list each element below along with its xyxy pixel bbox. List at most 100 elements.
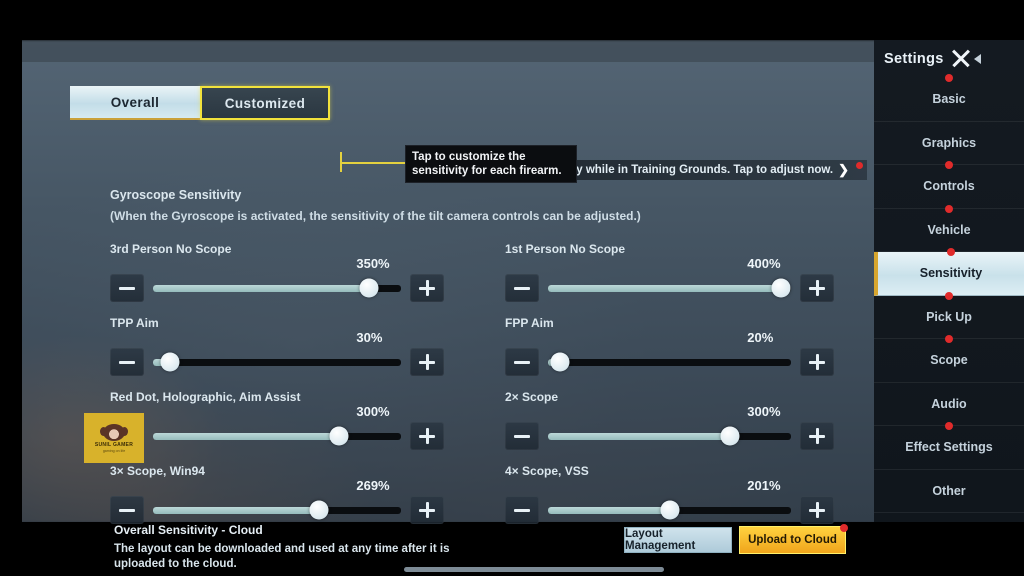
sidebar-item-label: Effect Settings: [905, 440, 993, 455]
increase-button[interactable]: [800, 422, 834, 450]
notification-dot: [945, 74, 953, 82]
sidebar-item-label: Vehicle: [927, 222, 971, 237]
increase-button[interactable]: [800, 348, 834, 376]
sidebar-item-label: Sensitivity: [919, 266, 983, 281]
sidebar-item-basic[interactable]: Basic: [874, 74, 1024, 122]
slider[interactable]: [153, 348, 401, 376]
customize-tooltip: Tap to customize the sensitivity for eac…: [405, 145, 577, 183]
horizontal-scrollbar[interactable]: [404, 567, 664, 572]
slider-handle[interactable]: [329, 426, 349, 446]
sidebar-item-label: Audio: [931, 396, 967, 411]
slider[interactable]: [548, 422, 791, 450]
slider-handle[interactable]: [660, 500, 679, 520]
decrease-button[interactable]: [505, 348, 539, 376]
sensitivity-row-controls: [110, 496, 444, 524]
sensitivity-row-controls: [505, 348, 834, 376]
minus-icon: [119, 360, 135, 364]
slider-handle[interactable]: [160, 352, 180, 372]
sidebar-item-controls[interactable]: Controls: [874, 161, 1024, 209]
slider[interactable]: [153, 274, 401, 302]
slider[interactable]: [548, 348, 791, 376]
gyroscope-section-description: (When the Gyroscope is activated, the se…: [110, 209, 641, 223]
slider[interactable]: [548, 496, 791, 524]
decrease-button[interactable]: [110, 274, 144, 302]
upload-notification-dot: [840, 524, 848, 532]
slider-handle[interactable]: [359, 278, 379, 298]
layout-management-button[interactable]: Layout Management: [624, 527, 732, 553]
tab-overall-label: Overall: [110, 94, 160, 110]
sidebar-item-vehicle[interactable]: Vehicle: [874, 204, 1024, 252]
tooltip-connector-line: [340, 162, 408, 164]
slider[interactable]: [153, 422, 401, 450]
sidebar-item-pick-up[interactable]: Pick Up: [874, 291, 1024, 339]
sensitivity-row-label: Red Dot, Holographic, Aim Assist: [110, 390, 301, 404]
increase-button[interactable]: [410, 422, 444, 450]
slider-track: [548, 426, 791, 446]
notification-dot: [945, 204, 953, 213]
decrease-button[interactable]: [110, 348, 144, 376]
increase-button[interactable]: [410, 274, 444, 302]
sidebar-item-sensitivity[interactable]: Sensitivity: [874, 248, 1024, 296]
slider[interactable]: [548, 274, 791, 302]
tab-customized[interactable]: Customized: [200, 86, 330, 120]
increase-button[interactable]: [800, 496, 834, 524]
slider-track: [153, 500, 401, 520]
tab-overall[interactable]: Overall: [70, 86, 200, 120]
sidebar-item-other[interactable]: Other: [874, 470, 1024, 513]
close-icon[interactable]: [950, 48, 972, 70]
minus-icon: [119, 508, 135, 512]
sensitivity-row-label: 3× Scope, Win94: [110, 464, 205, 478]
increase-button[interactable]: [800, 274, 834, 302]
collapse-caret-icon[interactable]: [974, 54, 981, 64]
sensitivity-row: 1st Person No Scope 400%: [505, 242, 850, 316]
sidebar-item-label: Other: [932, 483, 966, 498]
sensitivity-row: FPP Aim 20%: [505, 316, 850, 390]
sidebar-item-label: Pick Up: [926, 309, 972, 324]
sensitivity-mode-tabs: Overall Customized: [70, 86, 330, 120]
upload-to-cloud-button[interactable]: Upload to Cloud: [739, 524, 848, 554]
settings-sidebar: Settings Basic Graphics Controls Vehicle Sen…: [874, 40, 1024, 522]
sidebar-item-effect-settings[interactable]: Effect Settings: [874, 422, 1024, 470]
notification-dot: [947, 248, 955, 256]
minus-icon: [514, 360, 530, 364]
sidebar-header: Settings: [874, 40, 1024, 78]
slider-fill: [153, 284, 369, 292]
decrease-button[interactable]: [505, 274, 539, 302]
slider[interactable]: [153, 496, 401, 524]
top-letterbox-bar: [0, 0, 1024, 40]
sensitivity-row-controls: [505, 496, 834, 524]
layout-management-label: Layout Management: [625, 528, 696, 552]
slider-track: [153, 426, 401, 446]
slider-handle[interactable]: [720, 426, 740, 446]
sensitivity-row-label: 1st Person No Scope: [505, 242, 626, 256]
settings-panel: Overall Customized Adjust sensitivity ea…: [22, 62, 874, 572]
decrease-button[interactable]: [505, 496, 539, 524]
left-letterbox-bar: [0, 40, 22, 522]
slider-track: [153, 278, 401, 298]
slider-handle[interactable]: [771, 278, 791, 298]
decrease-button[interactable]: [505, 422, 539, 450]
increase-button[interactable]: [410, 348, 444, 376]
slider-track: [548, 278, 791, 298]
slider-fill: [548, 284, 782, 292]
sensitivity-row: Red Dot, Holographic, Aim Assist 300%: [110, 390, 505, 464]
slider-track: [548, 352, 791, 372]
increase-button[interactable]: [410, 496, 444, 524]
sidebar-item-list: Basic Graphics Controls Vehicle Sensitivity P…: [874, 74, 1024, 513]
sidebar-item-label: Controls: [923, 179, 975, 194]
minus-icon: [514, 434, 530, 438]
sensitivity-row-value: 201%: [747, 478, 781, 493]
slider-fill: [153, 506, 320, 514]
notification-dot: [945, 161, 953, 169]
sidebar-title: Settings: [884, 51, 944, 67]
tooltip-text: Tap to customize the sensitivity for eac…: [412, 151, 562, 177]
sensitivity-row-value: 300%: [747, 404, 781, 419]
slider-handle[interactable]: [309, 500, 329, 520]
sidebar-item-scope[interactable]: Scope: [874, 335, 1024, 383]
decrease-button[interactable]: [110, 496, 144, 524]
sensitivity-row-value: 400%: [747, 256, 781, 271]
sensitivity-row-controls: [110, 422, 444, 450]
sidebar-item-audio[interactable]: Audio: [874, 383, 1024, 426]
sidebar-item-graphics[interactable]: Graphics: [874, 122, 1024, 165]
slider-handle[interactable]: [550, 352, 570, 372]
